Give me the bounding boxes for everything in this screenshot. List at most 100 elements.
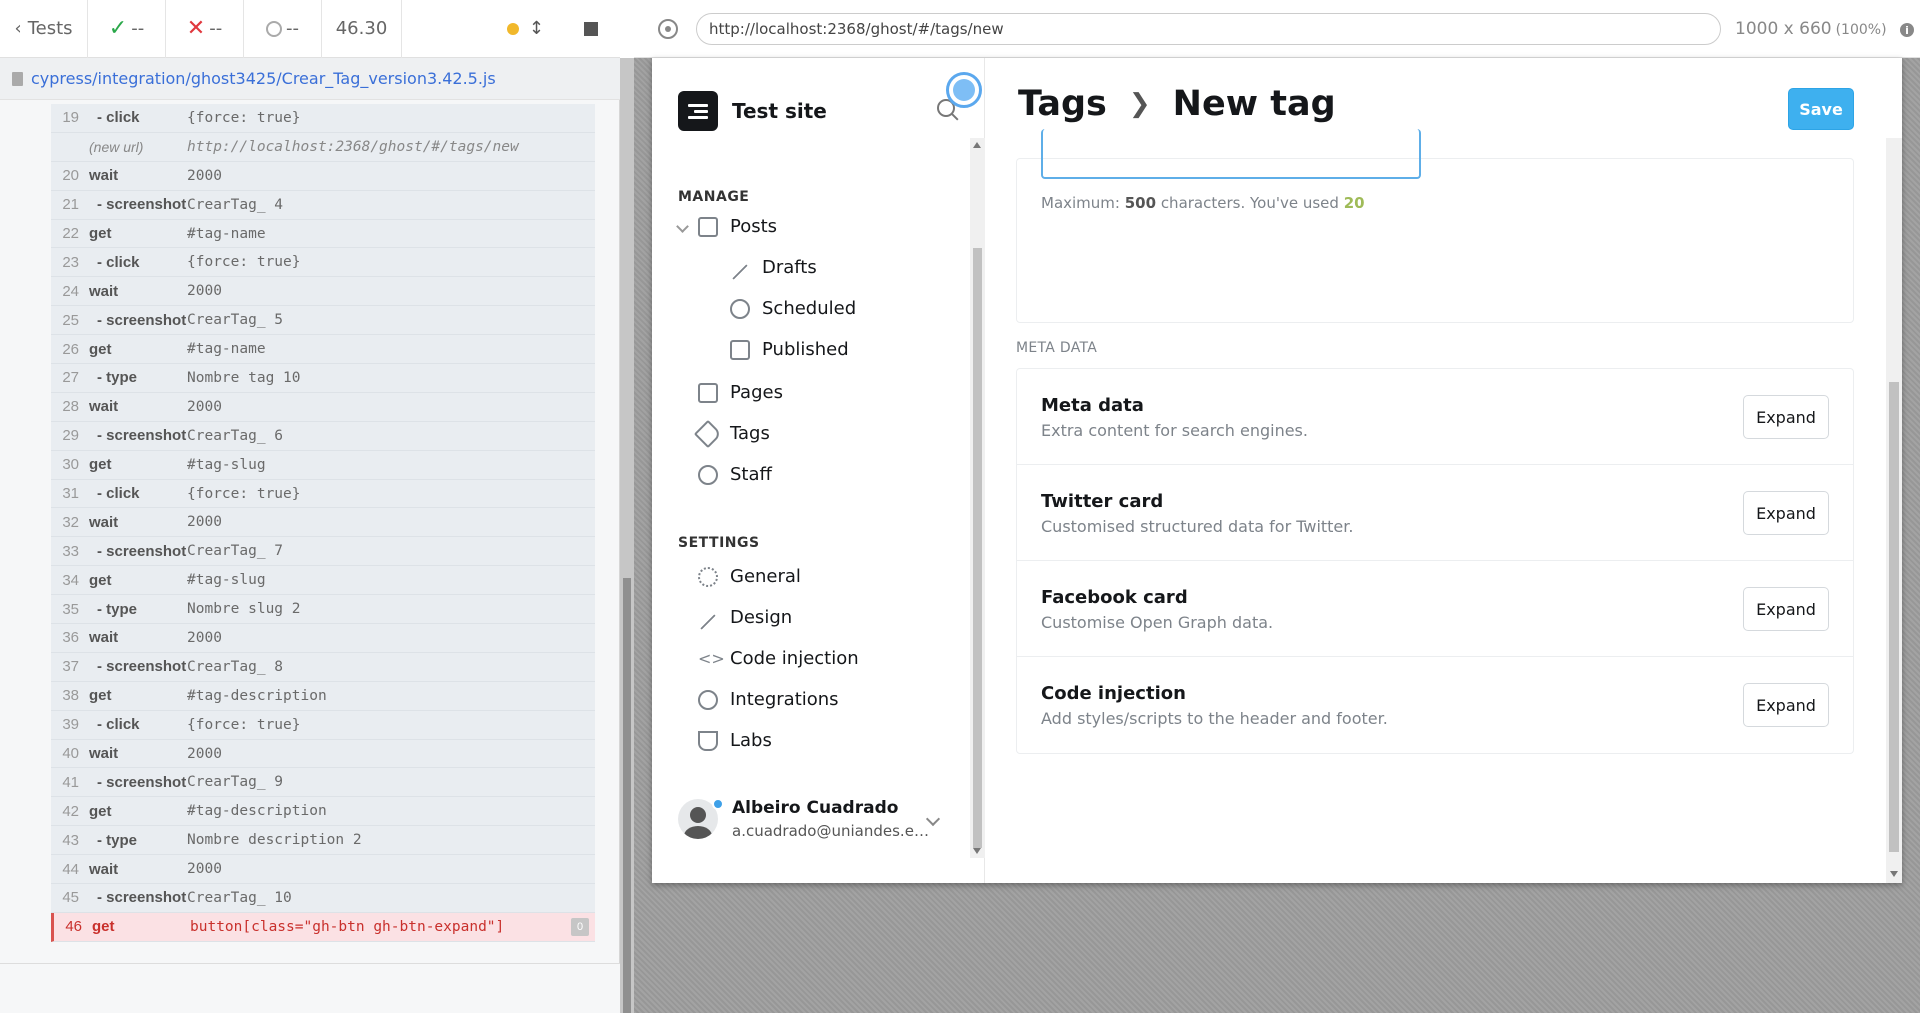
- command-number: 35: [62, 600, 79, 618]
- meta-settings-row: Twitter card Customised structured data f…: [1017, 465, 1853, 561]
- command-row[interactable]: 28 wait 2000: [51, 392, 595, 422]
- command-row[interactable]: 22 get #tag-name: [51, 219, 595, 249]
- command-name: - type: [97, 831, 138, 849]
- command-row[interactable]: 27 - type Nombre tag 10: [51, 364, 595, 393]
- sidebar-item-labs[interactable]: Labs: [698, 730, 772, 751]
- chevron-down-icon[interactable]: [676, 220, 689, 233]
- command-row[interactable]: 21 - screenshot CrearTag_ 4: [51, 190, 595, 220]
- expand-button[interactable]: Expand: [1743, 491, 1829, 535]
- auto-scroll-toggle-icon[interactable]: ↕: [529, 18, 544, 39]
- user-email: a.cuadrado@uniandes.edu.co: [732, 822, 932, 840]
- command-row[interactable]: 30 get #tag-slug: [51, 450, 595, 480]
- reporter-header: ‹ Tests ✓ -- ✕ -- -- 46.30 ↕: [0, 0, 620, 58]
- spec-file-path[interactable]: cypress/integration/ghost3425/Crear_Tag_…: [0, 58, 620, 100]
- sidebar-item-label: Integrations: [730, 689, 839, 710]
- scrollbar-thumb[interactable]: [973, 248, 982, 848]
- command-row[interactable]: 44 wait 2000: [51, 855, 595, 885]
- url-bar[interactable]: http://localhost:2368/ghost/#/tags/new: [696, 12, 1721, 45]
- sidebar-item-design[interactable]: Design: [698, 607, 792, 630]
- command-row[interactable]: 29 - screenshot CrearTag_ 6: [51, 421, 595, 451]
- description-textarea[interactable]: [1041, 129, 1421, 179]
- command-row[interactable]: 35 - type Nombre slug 2: [51, 595, 595, 625]
- meta-row-description: Customise Open Graph data.: [1041, 613, 1274, 632]
- sidebar-item-label: Scheduled: [762, 298, 857, 319]
- command-row[interactable]: 32 wait 2000: [51, 508, 595, 538]
- sidebar-item-staff[interactable]: Staff: [698, 464, 772, 485]
- command-row[interactable]: 23 - click {force: true}: [51, 248, 595, 278]
- settings-section-label: SETTINGS: [678, 535, 760, 551]
- viewport-zoom: (100%): [1835, 21, 1887, 38]
- tag-editor: Tags ❯ New tag Save Maximum: 500 charact…: [986, 58, 1902, 883]
- stop-icon[interactable]: [584, 21, 598, 36]
- sidebar-item-scheduled[interactable]: Scheduled: [730, 298, 856, 319]
- staff-icon: [698, 464, 718, 485]
- command-log: 19 - click {force: true} (new url) http://lo…: [51, 104, 595, 942]
- command-row[interactable]: 45 - screenshot CrearTag_ 10: [51, 884, 595, 913]
- command-message: CrearTag_ 5: [187, 312, 284, 329]
- site-brand[interactable]: Test site: [678, 91, 827, 131]
- site-title: Test site: [732, 99, 827, 123]
- command-row[interactable]: 24 wait 2000: [51, 277, 595, 307]
- command-row[interactable]: 36 wait 2000: [51, 624, 595, 653]
- command-name: wait: [89, 282, 119, 300]
- command-row[interactable]: 46 get button[class="gh-btn gh-btn-expand"…: [51, 912, 595, 942]
- command-name: get: [92, 918, 115, 936]
- command-row[interactable]: 25 - screenshot CrearTag_ 5: [51, 306, 595, 336]
- command-number: 37: [62, 658, 79, 676]
- meta-row-description: Extra content for search engines.: [1041, 421, 1308, 440]
- command-row[interactable]: 19 - click {force: true}: [51, 104, 595, 133]
- sidebar-item-pages[interactable]: Pages: [698, 382, 783, 403]
- command-row[interactable]: 38 get #tag-description: [51, 681, 595, 711]
- command-row[interactable]: 20 wait 2000: [51, 161, 595, 191]
- command-row[interactable]: 34 get #tag-slug: [51, 566, 595, 596]
- sidebar-item-drafts[interactable]: Drafts: [730, 257, 817, 280]
- sidebar-item-general[interactable]: General: [698, 566, 801, 587]
- scroll-down-icon[interactable]: [973, 848, 981, 854]
- sidebar-item-posts[interactable]: Posts: [698, 216, 777, 237]
- scroll-up-icon[interactable]: [973, 142, 981, 148]
- command-row[interactable]: 43 - type Nombre description 2: [51, 826, 595, 856]
- expand-button[interactable]: Expand: [1743, 395, 1829, 439]
- main-scrollbar[interactable]: [1886, 138, 1902, 883]
- expand-button[interactable]: Expand: [1743, 587, 1829, 631]
- save-button[interactable]: Save: [1788, 88, 1854, 130]
- command-name: wait: [89, 745, 119, 763]
- expand-button[interactable]: Expand: [1743, 683, 1829, 727]
- sidebar-item-integrations[interactable]: Integrations: [698, 689, 839, 710]
- scrollbar-thumb[interactable]: [1889, 382, 1899, 852]
- command-row[interactable]: 41 - screenshot CrearTag_ 9: [51, 768, 595, 798]
- command-row[interactable]: 33 - screenshot CrearTag_ 7: [51, 537, 595, 567]
- meta-row-title: Meta data: [1041, 395, 1144, 416]
- command-row[interactable]: 31 - click {force: true}: [51, 479, 595, 509]
- command-row[interactable]: 37 - screenshot CrearTag_ 8: [51, 652, 595, 682]
- command-message: CrearTag_ 8: [187, 658, 284, 675]
- info-icon[interactable]: i: [1899, 23, 1914, 37]
- sidebar-item-published[interactable]: Published: [730, 339, 849, 360]
- meta-row-title: Twitter card: [1041, 491, 1164, 512]
- selector-playground-icon[interactable]: [658, 18, 678, 39]
- command-message: #tag-slug: [187, 572, 266, 589]
- scroll-down-icon[interactable]: [1890, 871, 1898, 877]
- sidebar-scrollbar[interactable]: [970, 138, 985, 858]
- command-row[interactable]: 42 get #tag-description: [51, 797, 595, 827]
- tests-back-button[interactable]: ‹ Tests: [0, 0, 88, 58]
- panel-splitter-scrollbar[interactable]: [620, 58, 634, 1013]
- command-name: - click: [97, 109, 140, 127]
- command-name: get: [89, 571, 112, 589]
- reporter-footer: [0, 963, 620, 1013]
- command-row[interactable]: 39 - click {force: true}: [51, 710, 595, 740]
- max-chars: 500: [1124, 194, 1157, 212]
- spec-path-text: cypress/integration/ghost3425/Crear_Tag_…: [31, 69, 496, 88]
- command-row[interactable]: 40 wait 2000: [51, 739, 595, 769]
- command-name: - click: [97, 253, 140, 271]
- breadcrumb-tags-link[interactable]: Tags: [1018, 84, 1107, 124]
- command-name: wait: [89, 167, 119, 185]
- scrollbar-thumb[interactable]: [623, 578, 631, 1013]
- command-message: Nombre slug 2: [187, 601, 301, 618]
- command-row[interactable]: 26 get #tag-name: [51, 335, 595, 365]
- sidebar-item-tags[interactable]: Tags: [693, 419, 770, 448]
- pages-icon: [698, 382, 718, 403]
- command-number: 25: [62, 311, 79, 329]
- sidebar-item-code-injection[interactable]: <> Code injection: [698, 648, 859, 669]
- command-row[interactable]: (new url) http://localhost:2368/ghost/#/t…: [51, 132, 595, 162]
